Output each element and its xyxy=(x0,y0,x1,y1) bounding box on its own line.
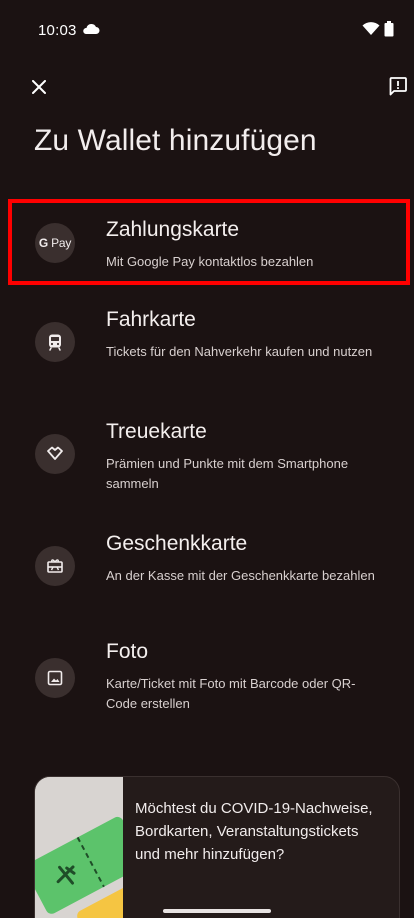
option-description: Tickets für den Nahverkehr kaufen und nu… xyxy=(106,344,373,359)
heart-tag-icon xyxy=(35,434,75,474)
page-title: Zu Wallet hinzufügen xyxy=(34,124,317,157)
close-button[interactable] xyxy=(24,72,54,102)
option-ticket[interactable]: Fahrkarte Tickets für den Nahverkehr kau… xyxy=(12,300,414,390)
option-title: Geschenkkarte xyxy=(106,532,248,555)
promo-text: Möchtest du COVID-19-Nachweise, Bordkart… xyxy=(135,800,373,863)
gpay-pay-label: Pay xyxy=(51,236,72,250)
feedback-button[interactable] xyxy=(382,70,414,102)
option-description: Karte/Ticket mit Foto mit Barcode oder Q… xyxy=(106,676,356,711)
wifi-icon xyxy=(362,22,380,35)
gesture-nav-handle[interactable] xyxy=(163,909,271,913)
gpay-icon: G Pay xyxy=(35,223,75,263)
photo-icon xyxy=(35,658,75,698)
option-description: Prämien und Punkte mit dem Smartphone sa… xyxy=(106,456,349,491)
close-icon xyxy=(32,80,46,94)
status-time: 10:03 xyxy=(38,22,77,39)
option-title: Fahrkarte xyxy=(106,308,196,331)
gpay-g-label: G xyxy=(38,236,48,250)
status-bar: 10:03 xyxy=(0,0,414,60)
promo-illustration xyxy=(35,777,123,918)
option-title: Zahlungskarte xyxy=(106,218,240,241)
train-icon xyxy=(35,322,75,362)
option-gift-card[interactable]: Geschenkkarte An der Kasse mit der Gesch… xyxy=(12,524,414,614)
battery-icon xyxy=(384,21,394,37)
option-title: Foto xyxy=(106,640,149,663)
option-description: Mit Google Pay kontaktlos bezahlen xyxy=(106,254,314,269)
feedback-icon xyxy=(389,77,407,96)
option-title: Treuekarte xyxy=(106,420,207,443)
option-loyalty-card[interactable]: Treuekarte Prämien und Punkte mit dem Sm… xyxy=(12,412,414,502)
option-photo[interactable]: Foto Karte/Ticket mit Foto mit Barcode o… xyxy=(12,636,414,726)
option-payment-card[interactable]: G Pay Zahlungskarte Mit Google Pay konta… xyxy=(12,199,414,285)
cloud-icon xyxy=(83,23,100,34)
promo-card[interactable]: Möchtest du COVID-19-Nachweise, Bordkart… xyxy=(34,776,400,918)
gift-card-icon xyxy=(35,546,75,586)
option-description: An der Kasse mit der Geschenkkarte bezah… xyxy=(106,568,375,583)
